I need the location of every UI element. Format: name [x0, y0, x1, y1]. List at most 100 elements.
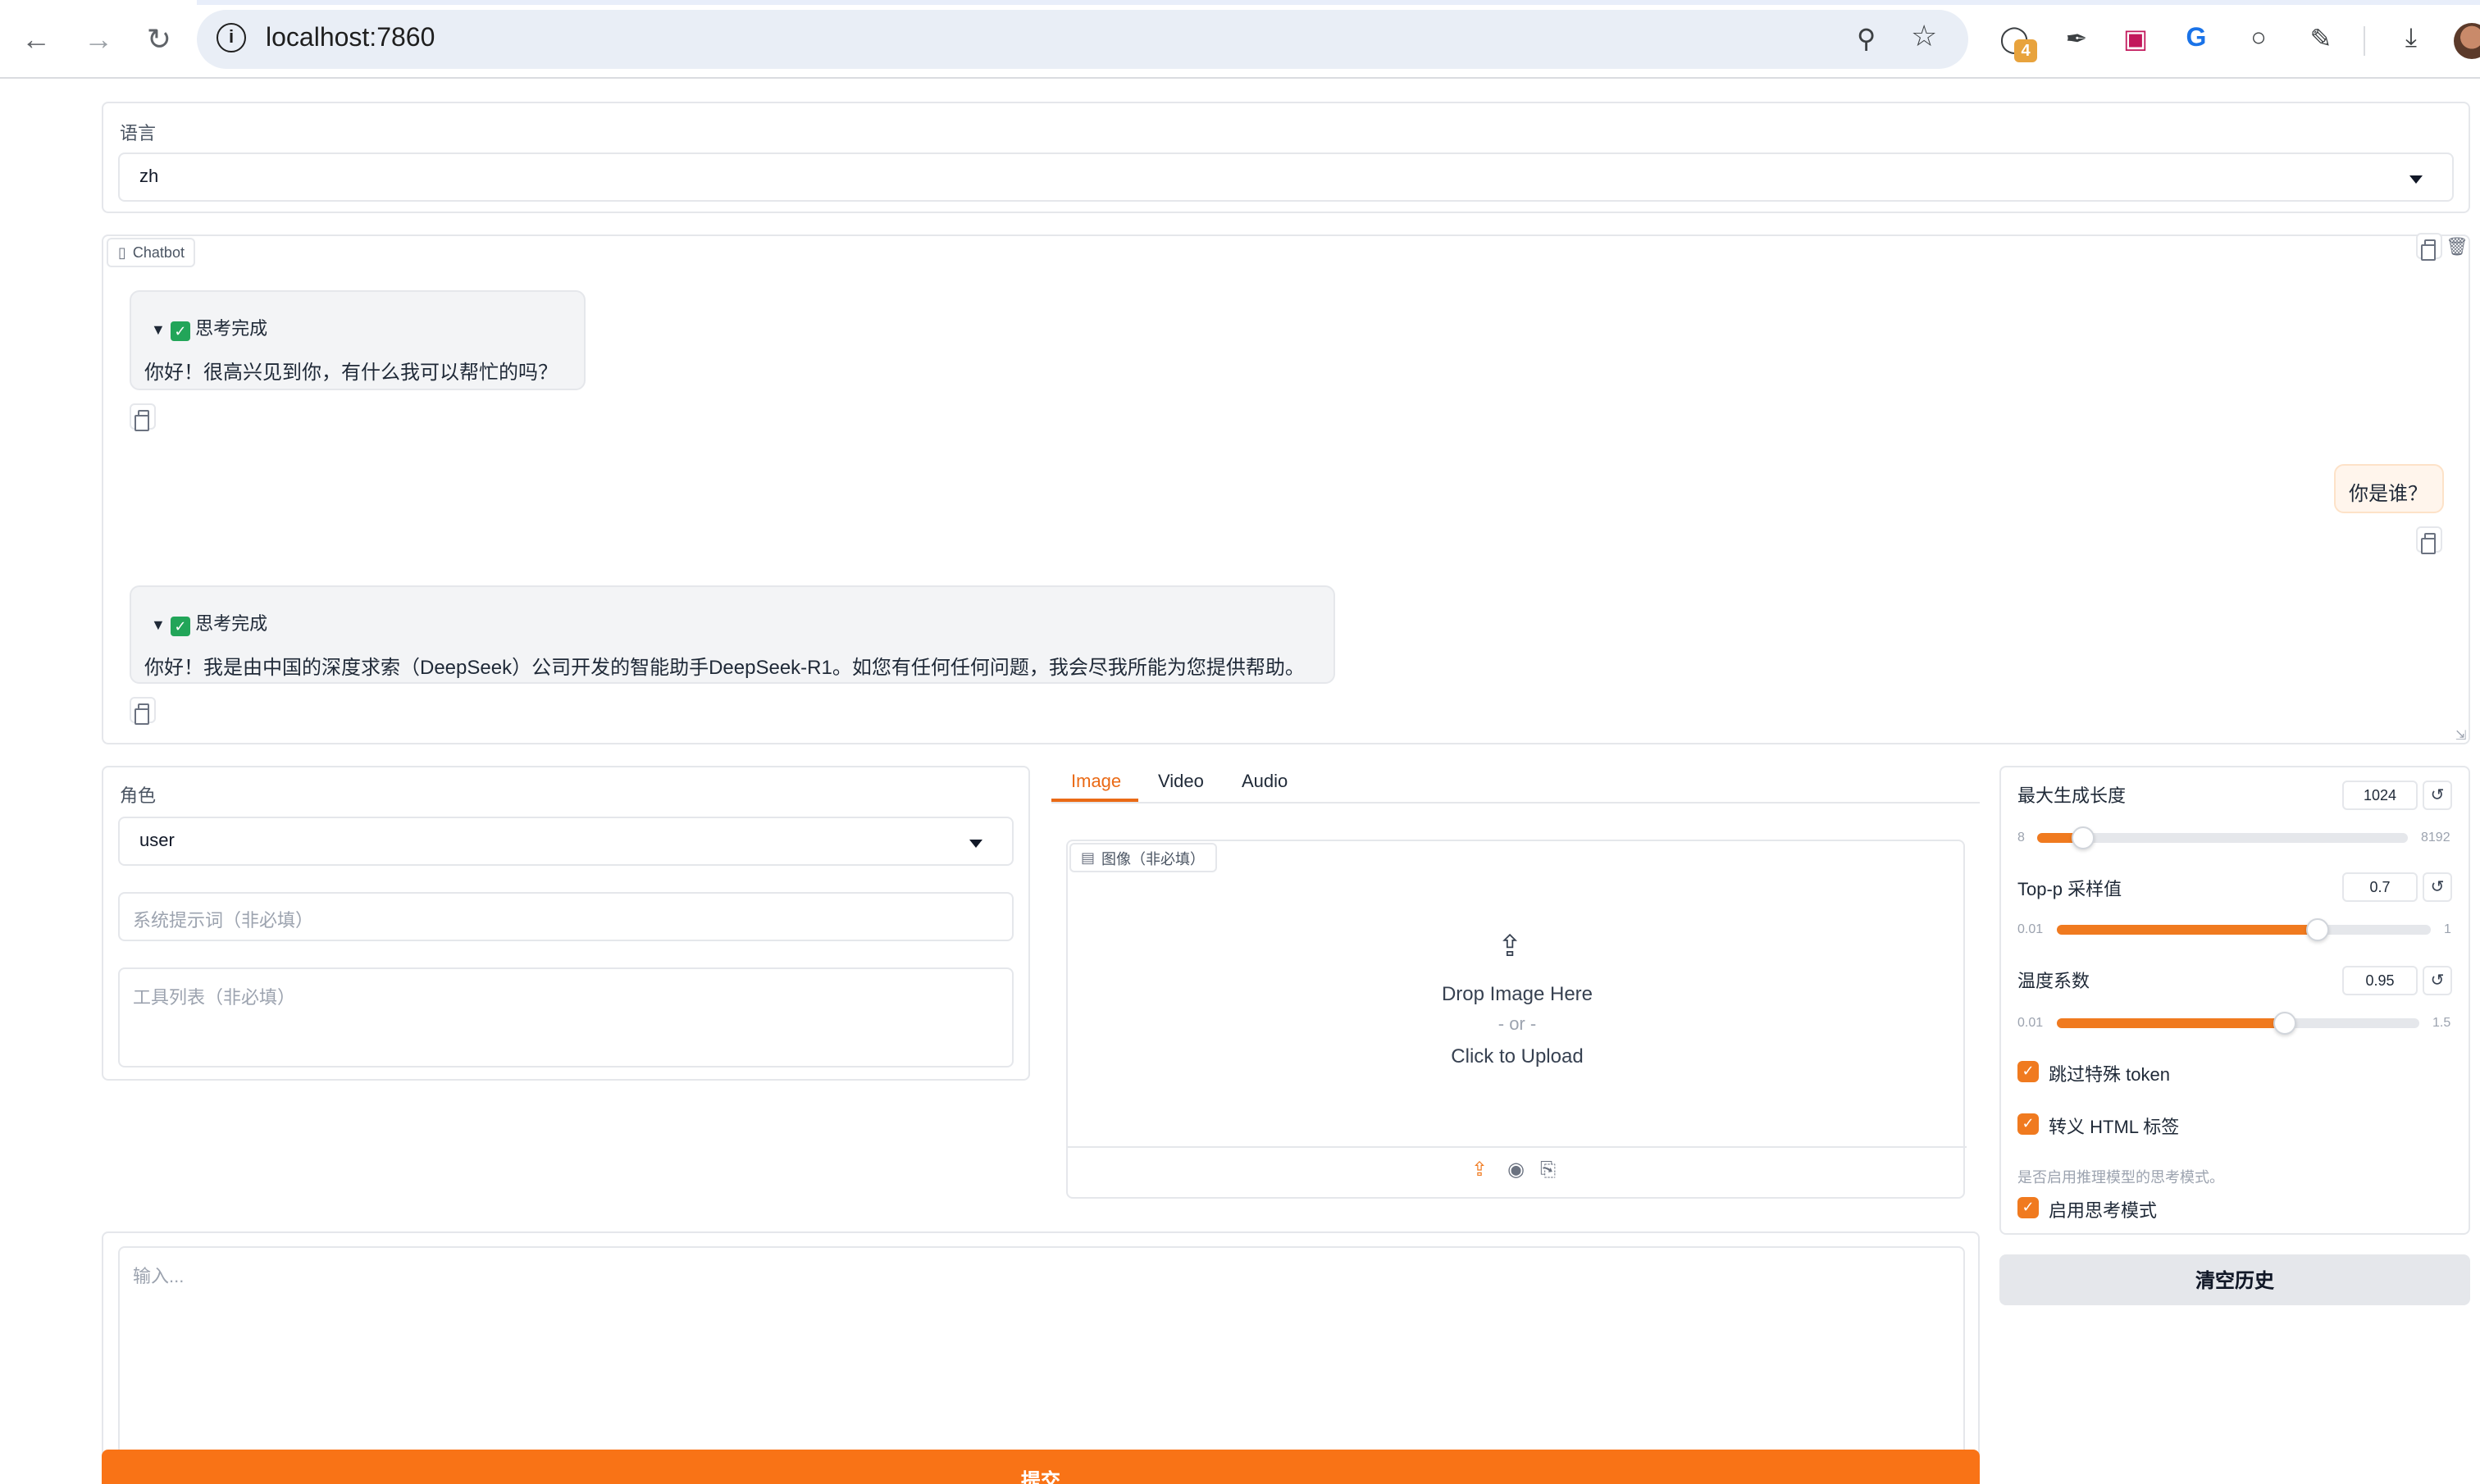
- webcam-icon[interactable]: ◉: [1507, 1158, 1525, 1181]
- copy-message-icon[interactable]: [2416, 526, 2442, 554]
- top-p-min: 0.01: [2017, 922, 2044, 936]
- slider-fill: [2057, 1018, 2285, 1028]
- clear-history-button[interactable]: 清空历史: [1999, 1254, 2470, 1305]
- reset-icon[interactable]: ↺: [2423, 966, 2452, 995]
- tab-divider: [1051, 802, 1980, 803]
- top-p-max: 1: [2444, 922, 2451, 936]
- browser-toolbar: ← → ↻ i localhost:7860 ⚲ ☆ ◯ 4 ✒ ▣ G ○ ✎…: [0, 0, 2480, 79]
- toolbar-divider: [2364, 26, 2365, 56]
- message-input[interactable]: 输入...: [118, 1246, 1965, 1473]
- submit-button[interactable]: 提交: [102, 1450, 1980, 1484]
- max-length-max: 8192: [2421, 830, 2450, 844]
- max-length-min: 8: [2017, 830, 2025, 844]
- extensions-puzzle-icon[interactable]: ✎: [2301, 20, 2341, 59]
- language-select[interactable]: zh: [118, 152, 2454, 202]
- check-icon: ✓: [170, 321, 190, 341]
- address-url: localhost:7860: [266, 25, 435, 52]
- language-label: 语言: [120, 125, 156, 144]
- temperature-slider[interactable]: [2057, 1012, 2419, 1035]
- settings-panel: 最大生成长度 1024 ↺ 8 8192 Top-p 采样值 0.7 ↺ 0.0…: [1999, 766, 2470, 1235]
- role-value: user: [139, 831, 175, 851]
- zoom-icon[interactable]: ⚲: [1857, 23, 1876, 56]
- extension-badge: 4: [2014, 39, 2037, 62]
- language-panel: 语言 zh: [102, 102, 2470, 213]
- tab-audio[interactable]: Audio: [1242, 772, 1288, 792]
- enable-thinking-checkbox[interactable]: ✓: [2017, 1197, 2039, 1218]
- reload-icon[interactable]: ↻: [139, 20, 179, 59]
- back-icon[interactable]: ←: [16, 20, 56, 59]
- thinking-status: 思考完成: [195, 320, 268, 339]
- bookmark-star-icon[interactable]: ☆: [1911, 20, 1937, 54]
- reset-icon[interactable]: ↺: [2423, 781, 2452, 810]
- skip-special-checkbox[interactable]: ✓: [2017, 1061, 2039, 1082]
- copy-message-icon[interactable]: [130, 697, 156, 725]
- system-prompt-placeholder: 系统提示词（非必填）: [133, 912, 313, 931]
- reset-icon[interactable]: ↺: [2423, 872, 2452, 902]
- message-text: 你是谁？: [2349, 482, 2428, 505]
- message-input-placeholder: 输入...: [133, 1268, 185, 1287]
- max-length-slider[interactable]: [2037, 826, 2408, 849]
- role-label: 角色: [120, 787, 156, 807]
- address-bar[interactable]: i localhost:7860 ⚲ ☆: [197, 10, 1968, 69]
- copy-message-icon[interactable]: [130, 403, 156, 431]
- click-upload-text: Click to Upload: [1451, 1045, 1584, 1067]
- system-prompt-input[interactable]: 系统提示词（非必填）: [118, 892, 1014, 941]
- thinking-summary[interactable]: ▼ ✓ 思考完成: [151, 610, 267, 636]
- top-p-number[interactable]: 0.7: [2342, 872, 2418, 902]
- tab-video[interactable]: Video: [1158, 772, 1204, 792]
- role-select[interactable]: user: [118, 817, 1014, 866]
- drop-image-text: Drop Image Here: [1441, 982, 1593, 1005]
- chevron-down-icon: [969, 840, 982, 848]
- max-length-number[interactable]: 1024: [2342, 781, 2418, 810]
- slider-fill: [2057, 925, 2318, 935]
- extension-mask-icon[interactable]: ▣: [2116, 20, 2155, 59]
- top-p-slider[interactable]: [2057, 918, 2431, 941]
- media-tabs: Image Video Audio ▤ 图像（非必填） ⇪ Drop Image…: [1051, 766, 1980, 1209]
- thinking-summary[interactable]: ▼ ✓ 思考完成: [151, 315, 267, 341]
- language-value: zh: [139, 167, 159, 187]
- escape-html-label: 转义 HTML 标签: [2049, 1118, 2180, 1138]
- triangle-down-icon: ▼: [151, 321, 166, 338]
- slider-thumb[interactable]: [2072, 826, 2095, 849]
- triangle-down-icon: ▼: [151, 617, 166, 633]
- temperature-label: 温度系数: [2017, 972, 2090, 992]
- message-text: 你好！很高兴见到你，有什么我可以帮忙的吗？: [144, 361, 558, 384]
- chatbot-panel[interactable]: ▯ Chatbot 🗑 ▼ ✓ 思考完成 你好！很高兴见到你，有什么我可以帮忙的…: [102, 233, 2470, 744]
- tools-placeholder: 工具列表（非必填）: [133, 989, 295, 1008]
- temperature-min: 0.01: [2017, 1015, 2044, 1030]
- site-info-icon[interactable]: i: [217, 23, 246, 52]
- escape-html-checkbox[interactable]: ✓: [2017, 1113, 2039, 1135]
- temperature-max: 1.5: [2432, 1015, 2451, 1030]
- chevron-down-icon: [2409, 175, 2423, 184]
- slider-thumb[interactable]: [2306, 918, 2329, 941]
- enable-thinking-label: 启用思考模式: [2049, 1202, 2157, 1222]
- image-label: ▤ 图像（非必填）: [1069, 843, 1217, 872]
- upload-footer-divider: [1068, 1146, 1967, 1148]
- thinking-status: 思考完成: [195, 615, 268, 635]
- forward-icon[interactable]: →: [79, 20, 118, 59]
- copy-all-icon[interactable]: [2416, 233, 2442, 261]
- or-text: - or -: [1498, 1015, 1537, 1035]
- trash-icon[interactable]: 🗑: [2446, 236, 2469, 257]
- tools-input[interactable]: 工具列表（非必填）: [118, 967, 1014, 1067]
- translate-icon[interactable]: G: [2177, 20, 2216, 59]
- role-panel: 角色 user 系统提示词（非必填） 工具列表（非必填）: [102, 766, 1030, 1081]
- resize-handle-icon[interactable]: ⇲: [2455, 728, 2466, 743]
- thinking-info: 是否启用推理模型的思考模式。: [2017, 1169, 2225, 1186]
- profile-avatar[interactable]: [2454, 23, 2480, 59]
- image-upload[interactable]: ▤ 图像（非必填） ⇪ Drop Image Here - or - Click…: [1066, 840, 1967, 1199]
- message-text: 你好！我是由中国的深度求索（DeepSeek）公司开发的智能助手DeepSeek…: [144, 656, 1305, 679]
- slider-thumb[interactable]: [2273, 1012, 2296, 1035]
- upload-source-icon[interactable]: ⇪: [1471, 1158, 1488, 1181]
- eyedropper-icon[interactable]: ✒: [2057, 20, 2096, 59]
- temperature-number[interactable]: 0.95: [2342, 966, 2418, 995]
- max-length-label: 最大生成长度: [2017, 787, 2126, 807]
- download-icon[interactable]: ⤓: [2391, 20, 2431, 59]
- clipboard-icon[interactable]: ⎘: [1540, 1158, 1556, 1182]
- chat-extension-icon[interactable]: ○: [2239, 20, 2278, 59]
- assistant-message: ▼ ✓ 思考完成 你好！很高兴见到你，有什么我可以帮忙的吗？: [130, 290, 586, 390]
- top-p-label: Top-p 采样值: [2017, 881, 2122, 900]
- tab-image[interactable]: Image: [1071, 772, 1121, 792]
- chatbot-label: ▯ Chatbot: [107, 238, 196, 267]
- check-icon: ✓: [170, 617, 190, 636]
